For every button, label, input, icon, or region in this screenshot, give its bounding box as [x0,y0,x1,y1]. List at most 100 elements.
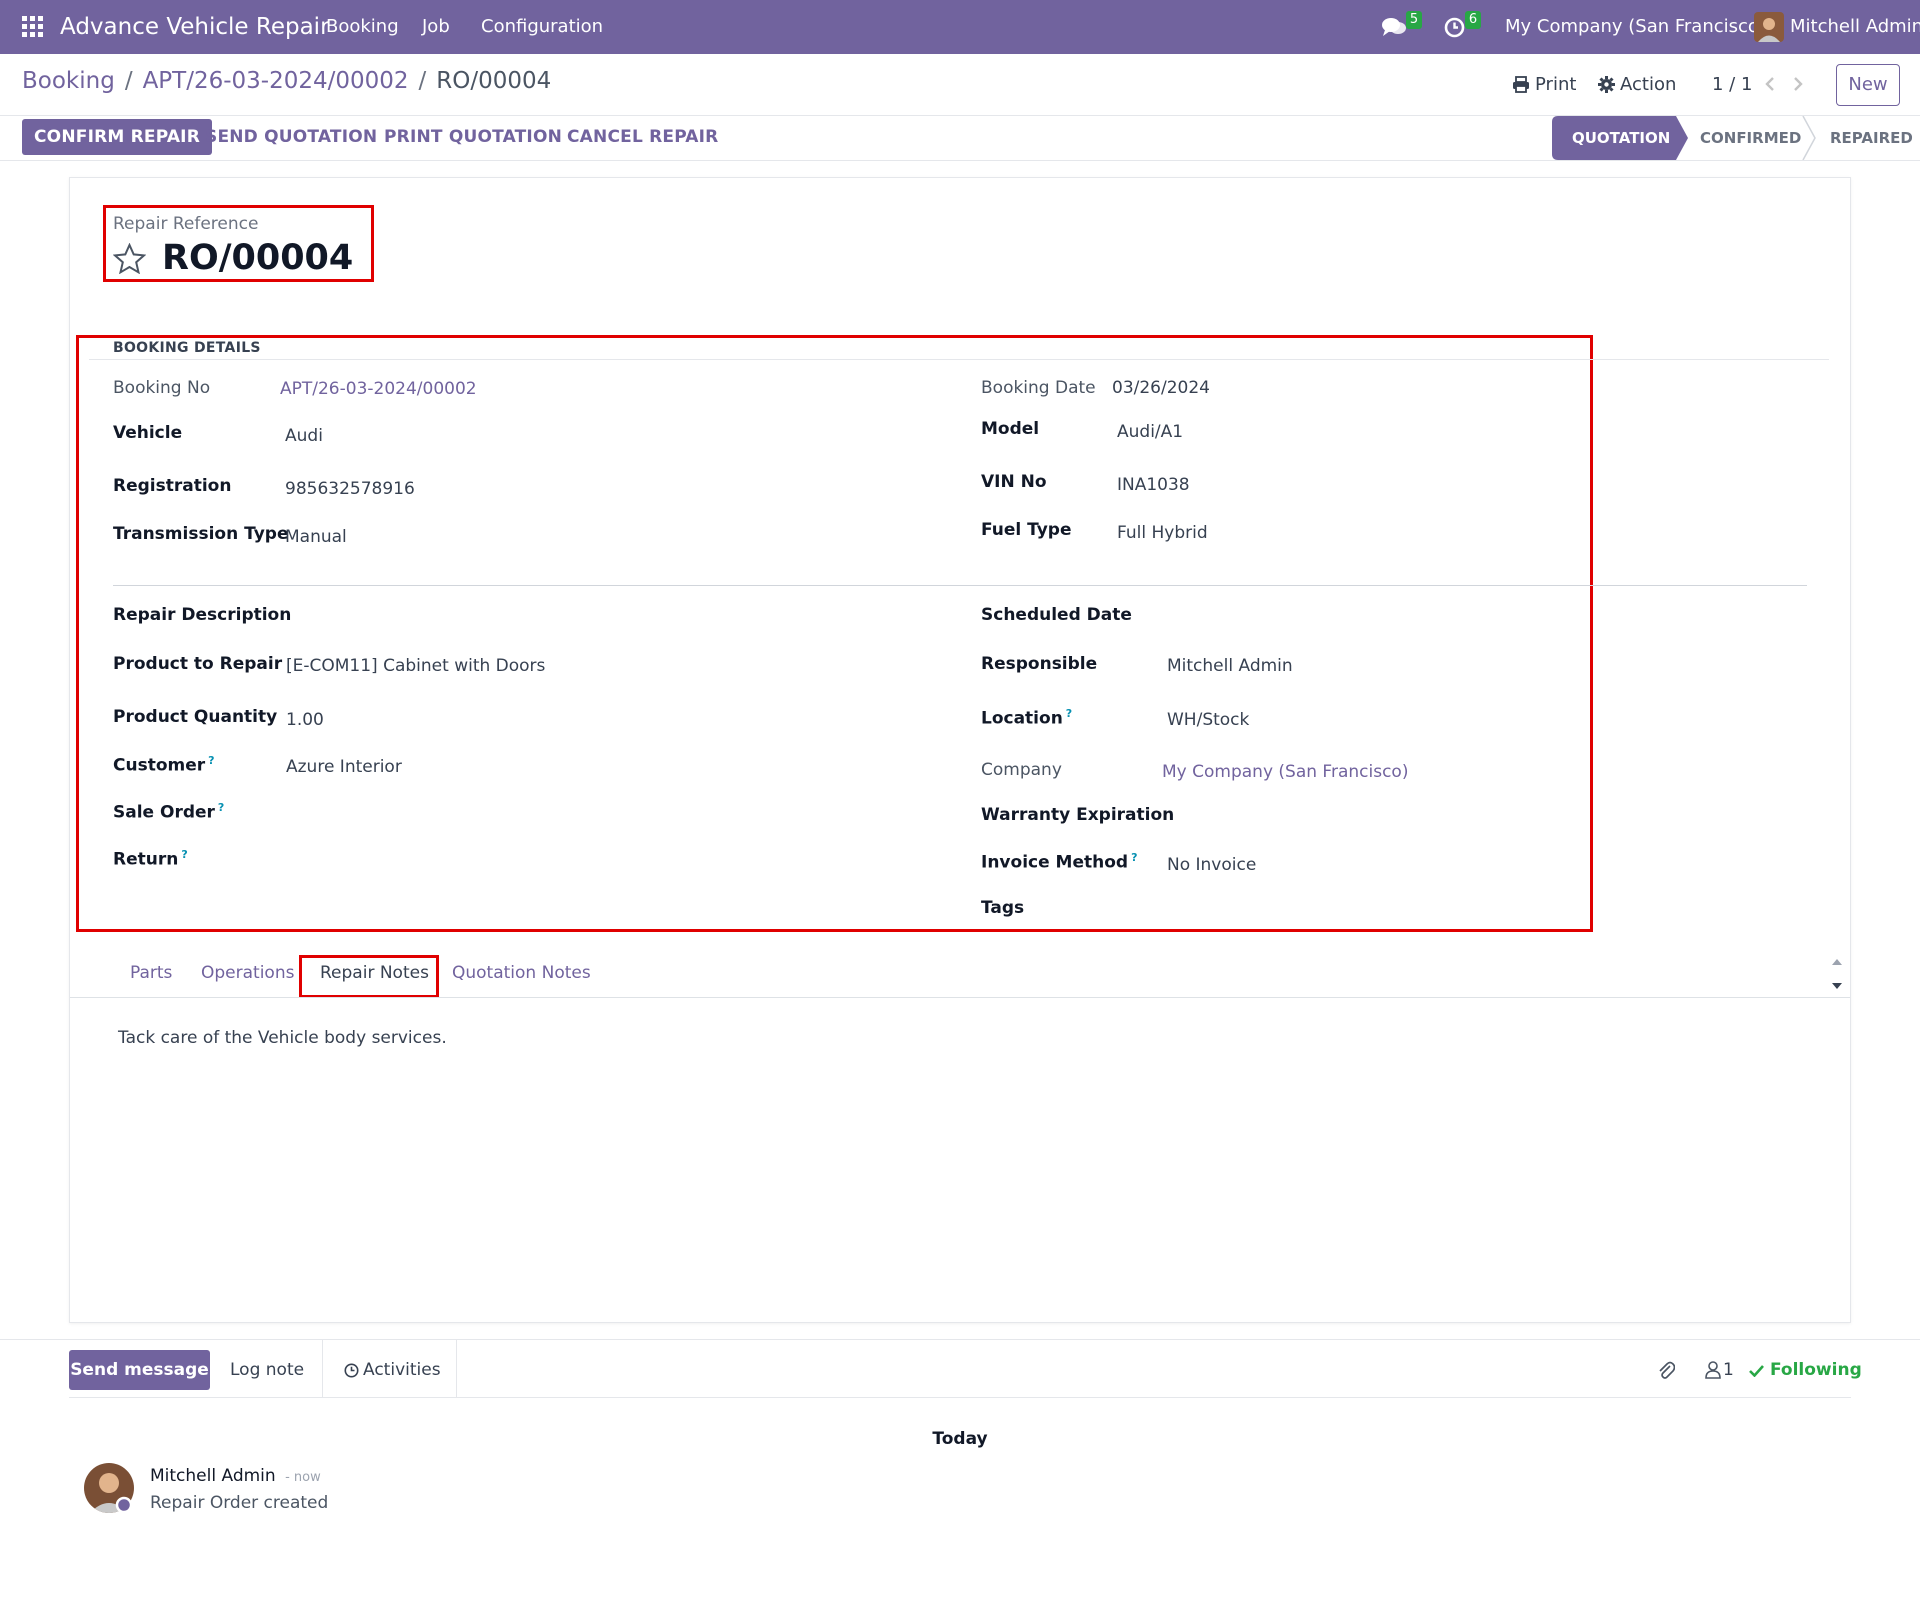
help-icon[interactable]: ? [208,754,214,767]
tab-repair-notes[interactable]: Repair Notes [320,963,429,983]
repair-reference-label: Repair Reference [113,214,259,234]
menu-job[interactable]: Job [422,0,450,54]
pager-next-icon[interactable] [1792,76,1804,92]
booking-details-title: BOOKING DETAILS [113,340,261,356]
vehicle-field[interactable]: Audi [285,426,323,446]
sale-order-label-text: Sale Order [113,802,215,823]
repair-reference-value: RO/00004 [162,238,354,278]
help-icon[interactable]: ? [181,848,187,861]
breadcrumb-booking[interactable]: Booking [22,68,115,94]
responsible-label: Responsible [981,654,1098,674]
message-author-name[interactable]: Mitchell Admin [150,1466,276,1486]
gear-icon [1598,76,1615,93]
fuel-type-label: Fuel Type [981,520,1072,540]
send-quotation-button[interactable]: SEND QUOTATION [205,119,377,155]
following-label: Following [1770,1360,1862,1380]
tab-parts[interactable]: Parts [130,963,172,983]
followers-user-icon[interactable] [1705,1361,1721,1379]
user-name[interactable]: Mitchell Admin [1790,0,1920,54]
repair-notes-content[interactable]: Tack care of the Vehicle body services. [118,1028,447,1048]
apps-menu-icon[interactable] [22,16,44,38]
transmission-field[interactable]: Manual [285,527,347,547]
favorite-star-icon[interactable] [113,243,146,274]
model-field[interactable]: Audi/A1 [1117,422,1183,442]
print-label: Print [1535,74,1577,95]
repair-description-label: Repair Description [113,605,292,625]
action-button[interactable]: Action [1598,74,1676,95]
customer-label: Customer? [113,754,215,776]
print-button[interactable]: Print [1512,74,1576,95]
company-switcher[interactable]: My Company (San Francisco) [1505,0,1766,54]
product-quantity-field[interactable]: 1.00 [286,710,324,730]
invoice-method-field[interactable]: No Invoice [1167,855,1256,875]
breadcrumb-separator: / [418,68,427,94]
menu-configuration[interactable]: Configuration [481,0,603,54]
breadcrumb-appointment[interactable]: APT/26-03-2024/00002 [143,68,409,94]
warranty-expiration-label: Warranty Expiration [981,805,1175,825]
cancel-repair-button[interactable]: CANCEL REPAIR [567,119,718,155]
send-message-button[interactable]: Send message [69,1350,210,1390]
attachment-paperclip-icon[interactable] [1657,1360,1675,1380]
help-icon[interactable]: ? [1131,851,1137,864]
messages-icon[interactable] [1382,17,1406,37]
location-field[interactable]: WH/Stock [1167,710,1249,730]
product-to-repair-field[interactable]: [E-COM11] Cabinet with Doors [286,656,545,676]
activities-button[interactable]: Activities [344,1350,441,1390]
tabs-scroll-down-icon[interactable] [1831,982,1843,990]
responsible-field[interactable]: Mitchell Admin [1167,656,1293,676]
following-button[interactable]: Following [1749,1350,1862,1390]
tabs-scroll-up-icon[interactable] [1831,958,1843,966]
stage-confirmed[interactable]: CONFIRMED [1700,116,1801,160]
product-to-repair-label: Product to Repair [113,654,283,674]
booking-no-value[interactable]: APT/26-03-2024/00002 [280,379,477,399]
return-label-text: Return [113,849,179,870]
new-button[interactable]: New [1836,64,1900,106]
fuel-type-field[interactable]: Full Hybrid [1117,523,1208,543]
model-label: Model [981,419,1040,439]
chatter-buttons-divider [69,1397,1851,1398]
activities-badge: 6 [1465,11,1481,29]
invoice-method-label: Invoice Method? [981,851,1137,873]
check-icon [1749,1364,1764,1377]
booking-no-label: Booking No [113,378,211,398]
pager-value[interactable]: 1 / 1 [1712,74,1752,95]
invoice-method-label-text: Invoice Method [981,852,1129,873]
activities-clock-icon[interactable] [1444,17,1465,38]
chatter-top-divider [0,1339,1920,1340]
app-name[interactable]: Advance Vehicle Repair [60,0,330,54]
top-navbar: Advance Vehicle Repair Booking Job Confi… [0,0,1920,54]
registration-label: Registration [113,476,232,496]
registration-field[interactable]: 985632578916 [285,479,415,499]
pager-previous-icon[interactable] [1764,76,1776,92]
company-field[interactable]: My Company (San Francisco) [1162,762,1408,782]
menu-booking[interactable]: Booking [326,0,399,54]
tab-operations[interactable]: Operations [201,963,294,983]
product-quantity-label: Product Quantity [113,707,278,727]
booking-date-value[interactable]: 03/26/2024 [1112,378,1210,398]
chatter-separator [322,1340,323,1397]
message-body: Repair Order created [150,1493,329,1513]
statusbar-divider [0,160,1920,161]
stage-repaired[interactable]: REPAIRED [1830,116,1913,160]
print-quotation-button[interactable]: PRINT QUOTATION [384,119,562,155]
location-label-text: Location [981,708,1063,729]
log-note-button[interactable]: Log note [230,1350,304,1390]
vehicle-label: Vehicle [113,423,183,443]
tags-label: Tags [981,898,1025,918]
sale-order-label: Sale Order? [113,801,224,823]
customer-label-text: Customer [113,755,206,776]
return-label: Return? [113,848,188,870]
stage-quotation[interactable]: QUOTATION [1572,116,1670,160]
user-avatar[interactable] [1754,12,1784,42]
followers-count[interactable]: 1 [1723,1350,1734,1390]
clock-icon [344,1363,359,1378]
customer-field[interactable]: Azure Interior [286,757,402,777]
breadcrumb-separator: / [124,68,133,94]
tab-quotation-notes[interactable]: Quotation Notes [452,963,591,983]
message-time: - now [285,1470,321,1485]
confirm-repair-button[interactable]: CONFIRM REPAIR [22,119,212,155]
vin-field[interactable]: INA1038 [1117,475,1190,495]
help-icon[interactable]: ? [218,801,224,814]
help-icon[interactable]: ? [1066,707,1072,720]
booking-date-label: Booking Date [981,378,1096,398]
